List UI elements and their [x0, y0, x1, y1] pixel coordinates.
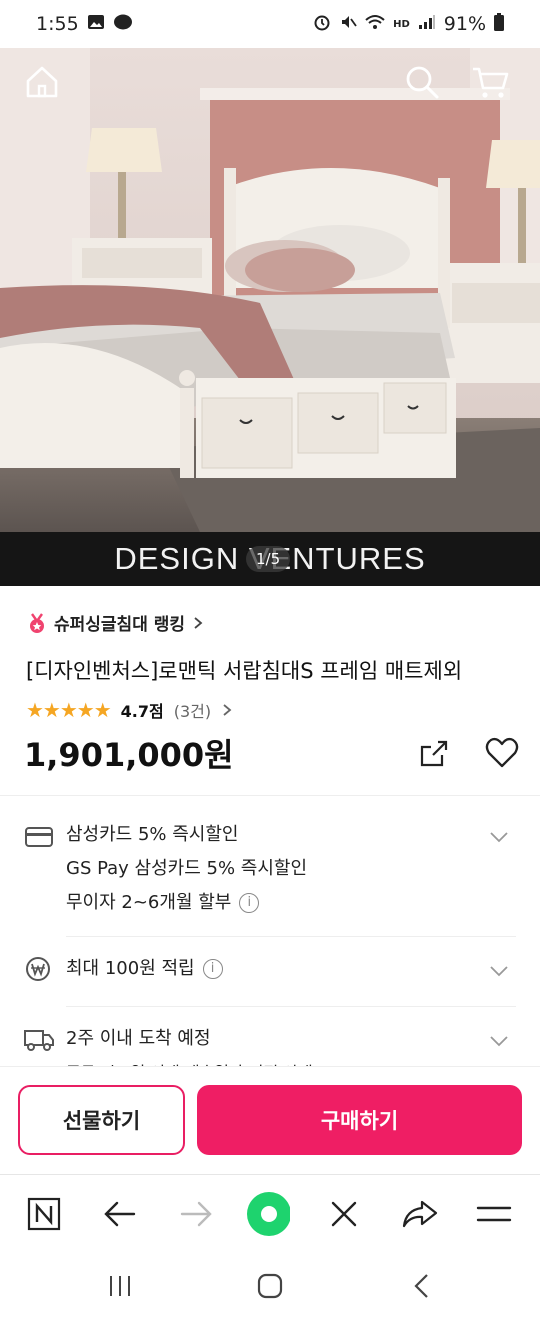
recent-apps-icon [110, 1276, 130, 1296]
points-icon [26, 957, 50, 981]
buy-button[interactable]: 구매하기 [197, 1085, 522, 1155]
heart-icon [485, 737, 519, 768]
messenger-icon [113, 13, 133, 36]
truck-icon [24, 1030, 54, 1051]
hamburger-icon [476, 1206, 512, 1222]
row-divider [66, 936, 516, 937]
green-dot-button[interactable] [246, 1192, 290, 1236]
product-image-carousel[interactable]: DESIGN VENTURES 1/5 [0, 48, 540, 586]
home-nav-button[interactable] [250, 1270, 290, 1302]
gallery-icon [87, 13, 105, 35]
chevron-down-icon [490, 966, 508, 977]
cart-button[interactable] [470, 62, 510, 102]
close-icon [331, 1201, 357, 1227]
rating-summary[interactable]: ★★★★★ 4.7점 (3건) [26, 698, 233, 722]
battery-icon [494, 12, 504, 36]
green-dot-icon [247, 1192, 290, 1236]
naver-home-button[interactable] [22, 1192, 66, 1236]
signal-icon [418, 13, 436, 35]
home-icon [26, 66, 58, 98]
hd-voice-label: HD [393, 18, 410, 30]
delivery-line: 2주 이내 도착 예정 [66, 1028, 211, 1049]
image-pager: 1/5 [246, 546, 291, 572]
rating-score: 4.7점 [120, 702, 164, 721]
card-discount-line: 삼성카드 5% 즉시할인 [66, 824, 239, 845]
chevron-left-icon [414, 1274, 428, 1298]
back-button[interactable] [98, 1192, 142, 1236]
close-button[interactable] [322, 1192, 366, 1236]
points-row[interactable]: 최대 100원 적립 i [24, 952, 516, 992]
review-count: (3건) [173, 702, 212, 721]
info-icon[interactable]: i [239, 893, 260, 913]
system-nav-bar [0, 1252, 540, 1320]
share-page-button[interactable] [398, 1192, 442, 1236]
delivery-row[interactable]: 2주 이내 도착 예정 주문 시 2일 이내 배송일자 지정 안내 [24, 1022, 516, 1066]
menu-button[interactable] [472, 1192, 516, 1236]
mute-icon [339, 13, 357, 36]
credit-card-icon [25, 827, 53, 847]
ranking-medal-icon [30, 612, 44, 633]
wishlist-button[interactable] [484, 735, 520, 771]
product-price: 1,901,000원 [24, 736, 234, 774]
product-title: [디자인벤처스]로맨틱 서랍침대S 프레임 매트제외 [26, 659, 463, 683]
chevron-right-icon [194, 616, 203, 629]
search-icon [406, 66, 439, 99]
forward-button[interactable] [174, 1192, 218, 1236]
share-button[interactable] [416, 735, 452, 771]
browser-toolbar [0, 1174, 540, 1252]
recent-apps-button[interactable] [100, 1270, 140, 1302]
naver-n-icon [27, 1197, 61, 1231]
forward-share-icon [402, 1200, 438, 1228]
arrow-right-icon [180, 1201, 212, 1227]
points-label: 최대 100원 적립 [66, 958, 195, 979]
chevron-down-icon [490, 832, 508, 843]
product-image [0, 48, 540, 586]
back-nav-button[interactable] [402, 1270, 442, 1302]
home-square-icon [257, 1273, 283, 1299]
status-bar: 1:55 HD 91% [0, 0, 540, 48]
info-icon[interactable]: i [202, 959, 223, 979]
alarm-icon [313, 13, 331, 36]
wifi-icon [365, 13, 385, 35]
status-time: 1:55 [36, 13, 79, 35]
installment-line: 무이자 2~6개월 할부 i [66, 886, 307, 920]
chevron-down-icon [490, 1036, 508, 1047]
installment-label: 무이자 2~6개월 할부 [66, 892, 232, 913]
battery-level: 91% [443, 13, 486, 35]
gift-button[interactable]: 선물하기 [18, 1085, 185, 1155]
ranking-link[interactable]: 슈퍼싱글침대 랭킹 [26, 610, 205, 635]
row-divider [66, 1006, 516, 1007]
points-line: 최대 100원 적립 i [66, 952, 223, 986]
delivery-subline: 주문 시 2일 이내 배송일자 지정 안내 [66, 1056, 313, 1066]
section-divider [0, 795, 540, 796]
cart-icon [473, 67, 509, 98]
arrow-left-icon [104, 1201, 136, 1227]
ranking-label: 슈퍼싱글침대 랭킹 [54, 615, 186, 635]
purchase-bar: 선물하기 구매하기 [0, 1066, 540, 1174]
home-button[interactable] [22, 62, 62, 102]
search-button[interactable] [402, 62, 442, 102]
gspay-discount-line: GS Pay 삼성카드 5% 즉시할인 [66, 858, 308, 879]
chevron-right-icon [223, 704, 232, 716]
rating-stars: ★★★★★ [26, 698, 112, 722]
card-discount-row[interactable]: 삼성카드 5% 즉시할인 GS Pay 삼성카드 5% 즉시할인 무이자 2~6… [24, 818, 516, 928]
share-icon [420, 740, 448, 767]
